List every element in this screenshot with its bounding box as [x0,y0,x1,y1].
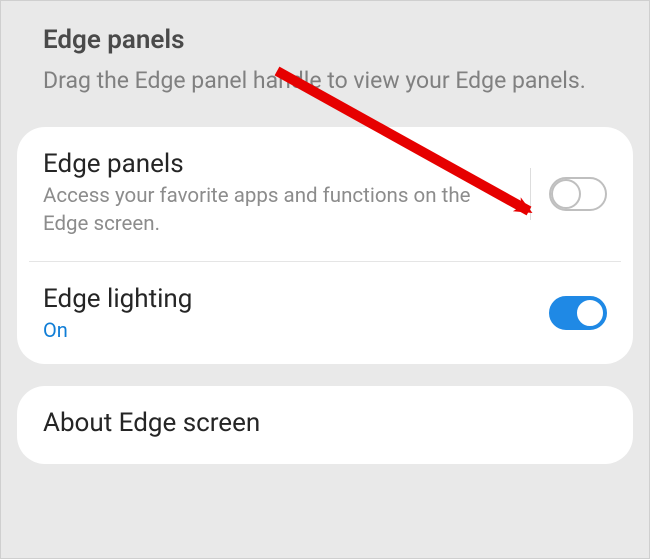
edge-panels-subtitle: Access your favorite apps and functions … [43,183,516,238]
edge-panels-title: Edge panels [43,149,516,179]
about-card: About Edge screen [17,386,633,464]
settings-header: Edge panels Drag the Edge panel handle t… [1,1,649,127]
toggle-knob [551,179,581,209]
edge-panels-row[interactable]: Edge panels Access your favorite apps an… [17,127,633,260]
settings-card: Edge panels Access your favorite apps an… [17,127,633,363]
vertical-divider [530,168,531,220]
toggle-knob [575,298,605,328]
header-description: Drag the Edge panel handle to view your … [43,65,607,97]
edge-lighting-text: Edge lighting On [43,284,549,342]
edge-panels-toggle[interactable] [549,177,607,211]
edge-lighting-status: On [43,318,541,342]
header-title: Edge panels [43,25,607,55]
about-title: About Edge screen [43,408,599,438]
about-text: About Edge screen [43,408,607,442]
about-edge-screen-row[interactable]: About Edge screen [17,386,633,464]
edge-lighting-title: Edge lighting [43,284,541,314]
edge-panels-text: Edge panels Access your favorite apps an… [43,149,524,238]
edge-lighting-row[interactable]: Edge lighting On [17,262,633,364]
edge-lighting-toggle[interactable] [549,296,607,330]
